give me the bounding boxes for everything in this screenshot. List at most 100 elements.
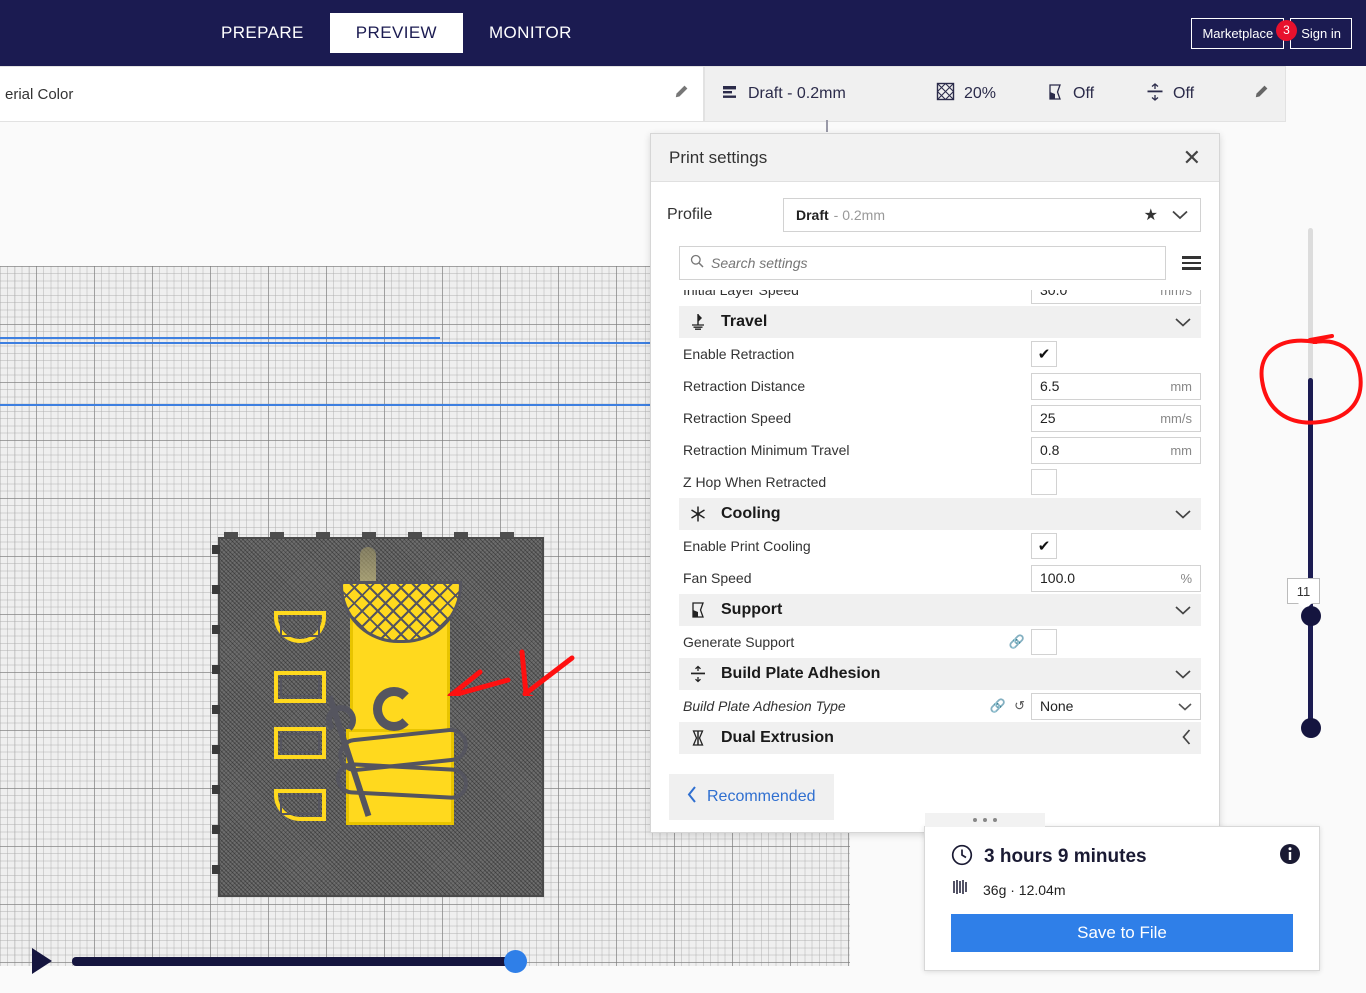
setting-row-retraction-distance[interactable]: Retraction Distance 6.5 mm [679,370,1201,402]
checkbox-enable-retraction[interactable]: ✔ [1031,341,1057,367]
profile-label: Profile [667,206,713,223]
chevron-left-icon[interactable] [1182,728,1191,748]
sliced-model-preview[interactable] [212,532,544,897]
chevron-left-icon [687,786,697,808]
playback-slider-handle[interactable] [504,949,527,973]
category-title: Dual Extrusion [721,729,834,746]
checkbox-enable-print-cooling[interactable]: ✔ [1031,533,1057,559]
print-info-card: 3 hours 9 minutes 36g · 12.04m Save to F… [924,813,1320,971]
setting-row-enable-print-cooling[interactable]: Enable Print Cooling ✔ [679,530,1201,562]
pencil-icon[interactable] [1253,84,1269,105]
tab-preview[interactable]: PREVIEW [329,13,463,53]
hamburger-menu-icon[interactable] [1182,256,1201,270]
setting-row-adhesion-type[interactable]: Build Plate Adhesion Type 🔗 ↺ None [679,690,1201,722]
chevron-down-icon[interactable] [1175,506,1191,522]
layer-slider-value: 11 [1287,578,1320,610]
drag-handle-dots[interactable] [925,813,1045,827]
print-config-bar[interactable]: Draft - 0.2mm 20% Off Off [704,66,1286,122]
marketplace-badge: 3 [1276,19,1297,41]
material-usage-row: 36g · 12.04m [925,871,1319,902]
layer-slider-top-handle[interactable] [1301,606,1321,626]
checkbox-z-hop[interactable] [1031,469,1057,495]
category-title: Travel [721,313,768,330]
config-adhesion-value: Off [1173,85,1195,102]
setting-value: 100.0 [1040,570,1076,586]
category-title: Build Plate Adhesion [721,665,881,682]
link-icon[interactable]: 🔗 [990,698,1006,714]
signin-button[interactable]: Sign in [1290,17,1352,49]
setting-row-fan-speed[interactable]: Fan Speed 100.0 % [679,562,1201,594]
chevron-down-icon[interactable] [1175,602,1191,618]
setting-field[interactable]: 25 mm/s [1031,404,1201,432]
category-dual-extrusion[interactable]: Dual Extrusion [679,722,1201,754]
clock-icon [951,844,973,871]
chevron-down-icon[interactable] [1178,698,1192,714]
panel-header: Print settings ✕ [651,134,1219,182]
clipped-setting-row: Initial Layer Speed 30.0 mm/s [679,290,1201,306]
setting-label: Retraction Minimum Travel [683,442,850,458]
profile-dropdown[interactable]: Draft - 0.2mm ★ [783,198,1201,232]
setting-row-z-hop[interactable]: Z Hop When Retracted [679,466,1201,498]
category-build-plate-adhesion[interactable]: Build Plate Adhesion [679,658,1201,690]
star-icon[interactable]: ★ [1144,205,1158,225]
header-actions: Marketplace Sign in 3 [1191,17,1366,49]
search-settings-box[interactable] [679,246,1166,280]
pencil-icon[interactable] [673,84,689,105]
config-infill[interactable]: 20% [936,82,1046,106]
checkbox-generate-support[interactable] [1031,629,1057,655]
setting-field[interactable]: 0.8 mm [1031,436,1201,464]
tab-monitor[interactable]: MONITOR [463,13,598,53]
play-icon[interactable] [32,948,52,974]
setting-label: Fan Speed [683,570,752,586]
print-time-value: 3 hours 9 minutes [984,846,1147,867]
layer-playback-bar[interactable] [0,941,600,981]
adhesion-type-select[interactable]: None [1031,692,1201,720]
layer-slider-fill [1308,378,1313,728]
setting-label: Enable Print Cooling [683,538,811,554]
material-bar[interactable]: erial Color [0,66,704,122]
chevron-down-icon[interactable] [1175,314,1191,330]
setting-label: Initial Layer Speed [683,290,799,298]
setting-field[interactable]: 100.0 % [1031,564,1201,592]
close-icon[interactable]: ✕ [1183,146,1201,169]
setting-value: 0.8 [1040,442,1060,458]
search-input[interactable] [711,255,1155,271]
layer-slider-bottom-handle[interactable] [1301,718,1321,738]
settings-list[interactable]: Initial Layer Speed 30.0 mm/s Travel Ena… [679,290,1201,762]
setting-row-enable-retraction[interactable]: Enable Retraction ✔ [679,338,1201,370]
setting-row[interactable]: Initial Layer Speed 30.0 mm/s [679,290,1201,306]
chevron-down-icon[interactable] [1172,207,1188,223]
adhesion-icon [1146,82,1164,106]
category-support[interactable]: Support [679,594,1201,626]
setting-value: 30.0 [1040,290,1068,298]
setting-row-retraction-min-travel[interactable]: Retraction Minimum Travel 0.8 mm [679,434,1201,466]
tab-prepare[interactable]: PREPARE [195,13,330,53]
recommended-button[interactable]: Recommended [669,774,834,820]
config-infill-value: 20% [964,85,997,102]
save-to-file-button[interactable]: Save to File [951,914,1293,952]
profile-name: Draft [796,207,829,223]
setting-label: Generate Support [683,634,795,650]
setting-label: Retraction Distance [683,378,806,394]
revert-icon[interactable]: ↺ [1014,698,1025,714]
chevron-down-icon[interactable] [1175,666,1191,682]
model-letter-e [274,671,326,703]
config-support[interactable]: Off [1046,83,1146,106]
config-support-value: Off [1073,85,1095,102]
marketplace-button[interactable]: Marketplace [1191,17,1285,49]
setting-field[interactable]: 6.5 mm [1031,372,1201,400]
playback-slider-track[interactable] [72,949,527,973]
config-profile[interactable]: Draft - 0.2mm [721,83,936,106]
info-icon[interactable] [1279,843,1301,871]
setting-field[interactable]: 30.0 mm/s [1031,290,1201,304]
fan-icon [687,505,709,523]
setting-row-retraction-speed[interactable]: Retraction Speed 25 mm/s [679,402,1201,434]
layer-view-slider[interactable]: 11 [1287,228,1321,738]
print-settings-panel[interactable]: Print settings ✕ Profile Draft - 0.2mm ★ [650,133,1220,833]
setting-row-generate-support[interactable]: Generate Support 🔗 [679,626,1201,658]
panel-title: Print settings [669,147,768,167]
category-cooling[interactable]: Cooling [679,498,1201,530]
config-adhesion[interactable]: Off [1146,82,1236,106]
category-travel[interactable]: Travel [679,306,1201,338]
link-icon[interactable]: 🔗 [1009,634,1025,650]
